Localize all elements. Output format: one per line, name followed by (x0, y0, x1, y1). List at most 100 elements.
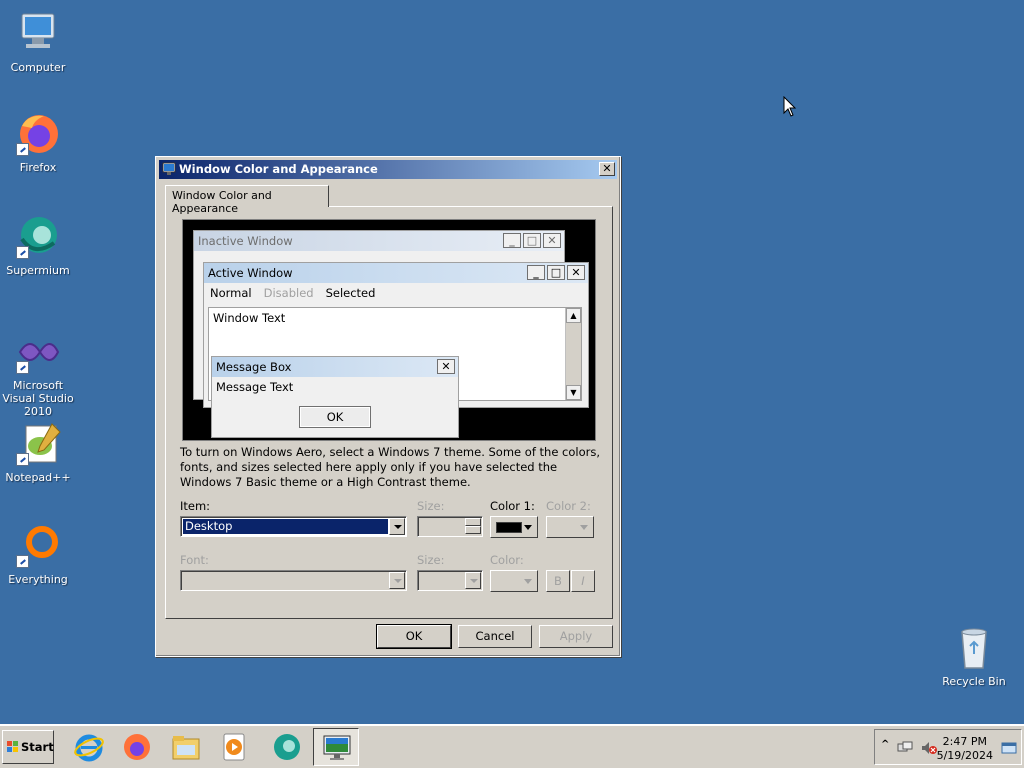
color1-picker[interactable] (490, 516, 538, 538)
bold-button: B (546, 570, 570, 592)
preview-message-box: Message Box ✕ Message Text OK (211, 356, 459, 438)
desktop-icon-label: Computer (10, 61, 66, 74)
desktop-icon-visual-studio[interactable]: Microsoft Visual Studio 2010 (0, 328, 76, 418)
close-icon: ✕ (602, 162, 612, 175)
taskbar-app-supermium[interactable] (264, 728, 310, 766)
size-label: Size: (417, 499, 445, 513)
close-icon: ✕ (567, 265, 585, 280)
clock-date: 5/19/2024 (936, 749, 993, 762)
desktop-icon-label: Firefox (19, 161, 57, 174)
font-color-label: Color: (490, 553, 524, 567)
chevron-down-icon (389, 518, 405, 535)
shortcut-arrow-icon (16, 246, 29, 259)
preview-menu-selected: Selected (325, 286, 376, 300)
computer-icon (14, 10, 62, 58)
preview-menu-normal: Normal (210, 286, 252, 300)
font-size-label: Size: (417, 553, 445, 567)
taskbar-clock[interactable]: 2:47 PM 5/19/2024 (937, 735, 993, 763)
chevron-down-icon (524, 579, 532, 584)
window-color-appearance-dialog: Window Color and Appearance ✕ Window Col… (155, 156, 621, 657)
font-select (180, 570, 407, 591)
clock-time: 2:47 PM (942, 735, 987, 748)
chevron-down-icon (389, 572, 405, 589)
preview-inactive-title: Inactive Window (198, 234, 293, 248)
desktop-icon-label: Everything (8, 573, 68, 586)
color1-swatch (496, 522, 522, 533)
shortcut-arrow-icon (16, 453, 29, 466)
preview-active-title: Active Window (208, 266, 293, 280)
chevron-down-icon (524, 525, 532, 530)
display-settings-icon (323, 735, 351, 760)
preview-msgbox-titlebar: Message Box ✕ (212, 357, 458, 377)
firefox-icon (14, 110, 62, 158)
font-color-picker (490, 570, 538, 592)
start-button[interactable]: Start (2, 730, 54, 764)
item-select[interactable]: Desktop (180, 516, 407, 537)
ok-button[interactable]: OK (376, 624, 452, 649)
preview-active-titlebar: Active Window _ □ ✕ (204, 263, 588, 283)
taskbar-app-firefox[interactable] (114, 728, 160, 766)
item-size-stepper (417, 516, 483, 537)
tab-window-color-appearance[interactable]: Window Color and Appearance (165, 185, 329, 215)
italic-button: I (571, 570, 595, 592)
item-selected-value: Desktop (183, 519, 388, 534)
dialog-close-button[interactable]: ✕ (599, 162, 615, 176)
display-settings-icon (162, 162, 176, 175)
taskbar-app-display-settings[interactable] (313, 728, 359, 766)
cancel-button[interactable]: Cancel (458, 625, 532, 648)
windows-flag-icon (7, 741, 18, 752)
minimize-icon: _ (503, 233, 521, 248)
color1-label: Color 1: (490, 499, 535, 513)
system-tray: ^ 2:47 PM 5/19/2024 (874, 729, 1022, 765)
firefox-icon (124, 734, 150, 760)
desktop-icon-label: Notepad++ (5, 471, 71, 484)
show-hidden-icons-chevron[interactable]: ^ (881, 739, 889, 750)
taskbar-app-internet-explorer[interactable] (66, 728, 112, 766)
preview-inactive-titlebar: Inactive Window _ □ ✕ (194, 231, 564, 251)
network-icon[interactable] (897, 741, 913, 755)
desktop-icon-recycle-bin[interactable]: Recycle Bin (936, 624, 1012, 688)
supermium-icon (14, 213, 62, 261)
font-size-select (417, 570, 483, 591)
close-icon: ✕ (437, 359, 455, 374)
maximize-icon: □ (547, 265, 565, 280)
color2-label: Color 2: (546, 499, 591, 513)
dialog-titlebar[interactable]: Window Color and Appearance ✕ (159, 160, 617, 179)
file-explorer-icon (172, 736, 200, 760)
show-desktop-icon[interactable] (1001, 741, 1017, 755)
aero-info-text: To turn on Windows Aero, select a Window… (180, 445, 601, 489)
apply-button[interactable]: Apply (539, 625, 613, 648)
shortcut-arrow-icon (16, 361, 29, 374)
everything-icon (14, 522, 62, 570)
volume-muted-icon[interactable] (921, 741, 937, 755)
scroll-down-icon: ▼ (566, 385, 581, 400)
desktop-icon-notepadpp[interactable]: Notepad++ (0, 420, 76, 484)
desktop-icon-label: Recycle Bin (942, 675, 1006, 688)
minimize-icon: _ (527, 265, 545, 280)
appearance-preview[interactable]: Inactive Window _ □ ✕ Active Window _ □ … (182, 219, 596, 441)
maximize-icon: □ (523, 233, 541, 248)
supermium-icon (274, 734, 300, 760)
recycle-bin-icon (950, 624, 998, 672)
item-label: Item: (180, 499, 211, 513)
desktop-icon-firefox[interactable]: Firefox (0, 110, 76, 174)
dialog-title: Window Color and Appearance (179, 162, 378, 176)
taskbar-app-file-explorer[interactable] (163, 728, 209, 766)
internet-explorer-icon (74, 734, 104, 762)
tab-panel: Inactive Window _ □ ✕ Active Window _ □ … (165, 206, 613, 619)
shortcut-arrow-icon (16, 555, 29, 568)
taskbar-app-media-player[interactable] (211, 728, 257, 766)
desktop-icon-everything[interactable]: Everything (0, 522, 76, 586)
desktop-icon-label: Supermium (6, 264, 70, 277)
media-player-icon (223, 733, 245, 761)
close-icon: ✕ (543, 233, 561, 248)
desktop-icon-supermium[interactable]: Supermium (0, 213, 76, 277)
preview-msgbox-title: Message Box (216, 360, 292, 374)
desktop-icon-computer[interactable]: Computer (0, 10, 76, 74)
spinner-arrows-icon (465, 518, 481, 535)
preview-menu-bar: Normal Disabled Selected (204, 283, 588, 303)
mouse-cursor-icon (783, 96, 797, 117)
preview-scrollbar: ▲ ▼ (565, 308, 581, 400)
chevron-down-icon (465, 572, 481, 589)
desktop-icon-label: Microsoft Visual Studio 2010 (2, 379, 74, 418)
